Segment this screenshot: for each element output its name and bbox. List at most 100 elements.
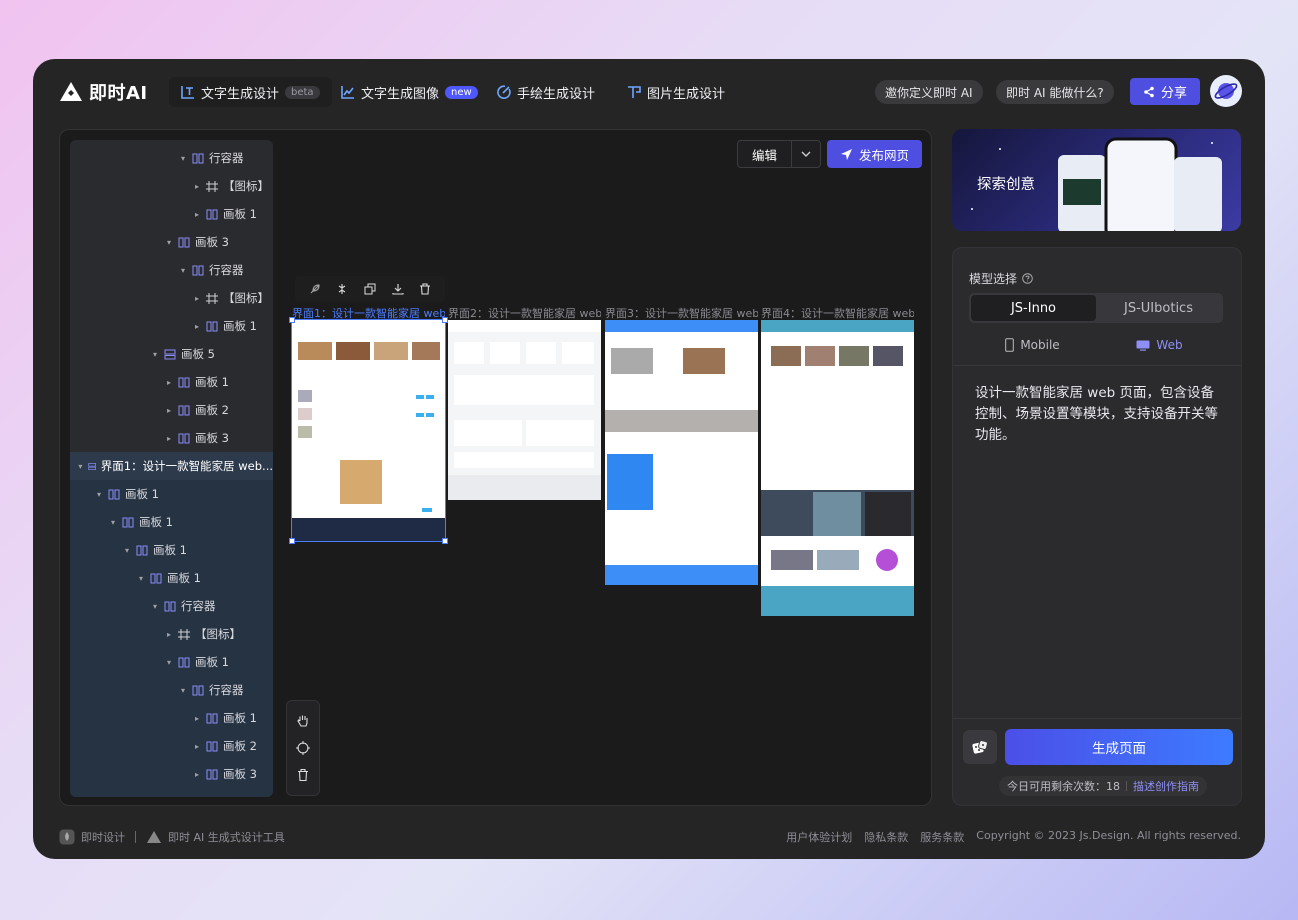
layer-row[interactable]: ▸ 画板 2 [70, 732, 273, 760]
feather-icon[interactable] [309, 283, 321, 295]
frame-label-2[interactable]: 界面2：设计一款智能家居 web… [448, 305, 601, 321]
tab-text-to-design[interactable]: 文字生成设计 beta [169, 77, 332, 107]
model-option-js-inno[interactable]: JS-Inno [971, 295, 1096, 321]
resize-handle[interactable] [289, 538, 295, 544]
trash-icon[interactable] [419, 283, 431, 295]
layer-row[interactable]: ▸ 画板 2 [70, 396, 273, 424]
footer-link-privacy[interactable]: 隐私条款 [864, 829, 908, 845]
caret-down-icon[interactable]: ▾ [149, 602, 161, 611]
layer-row[interactable]: ▾ 画板 1 [70, 648, 273, 676]
device-web[interactable]: Web [1096, 334, 1223, 356]
footer-brand-jsai[interactable]: 即时 AI 生成式设计工具 [168, 829, 285, 845]
layer-row[interactable]: ▸ 画板 1 [70, 200, 273, 228]
frame-2[interactable] [448, 320, 601, 500]
layer-row[interactable]: ▾ 画板 5 [70, 340, 273, 368]
explore-banner[interactable]: 探索创意 [952, 129, 1241, 231]
layer-row[interactable]: ▾ 行容器 [70, 256, 273, 284]
layer-row[interactable]: ▾ 行容器 [70, 144, 273, 172]
layer-row[interactable]: ▸ 画板 1 [70, 312, 273, 340]
caret-right-icon[interactable]: ▸ [191, 322, 203, 331]
device-mobile[interactable]: Mobile [969, 334, 1096, 356]
generate-page-button[interactable]: 生成页面 [1005, 729, 1233, 765]
define-ai-pill[interactable]: 邀你定义即时 AI [875, 80, 983, 104]
caret-down-icon[interactable]: ▾ [177, 154, 189, 163]
footer-brand-jsdesign[interactable]: 即时设计 [81, 829, 125, 845]
frame-1[interactable] [291, 319, 446, 542]
caret-down-icon[interactable]: ▾ [163, 658, 175, 667]
model-option-js-uibotics[interactable]: JS-UIbotics [1096, 295, 1221, 321]
caret-down-icon[interactable]: ▾ [135, 574, 147, 583]
caret-down-icon[interactable]: ▾ [149, 350, 161, 359]
target-icon[interactable] [296, 740, 310, 755]
frame-4[interactable] [761, 320, 914, 616]
layer-row[interactable]: ▸ 【图标】 [70, 284, 273, 312]
layer-row[interactable]: ▾ 行容器 [70, 592, 273, 620]
column-icon [122, 517, 134, 527]
random-prompt-button[interactable] [963, 730, 997, 764]
layer-row[interactable]: ▾ 画板 3 [70, 228, 273, 256]
publish-button[interactable]: 发布网页 [827, 140, 922, 168]
help-icon[interactable] [1022, 273, 1033, 284]
caret-down-icon[interactable]: ▾ [121, 546, 133, 555]
download-icon[interactable] [392, 283, 404, 295]
trash-icon[interactable] [296, 768, 310, 782]
caret-right-icon[interactable]: ▸ [191, 182, 203, 191]
layer-row[interactable]: ▾ 画板 1 [70, 536, 273, 564]
app-window: 即时AI 文字生成设计 beta 文字生成图像 new 手绘生成设计 图片生成设… [33, 59, 1265, 859]
layer-row[interactable]: ▾ 界面1：设计一款智能家居 web... [70, 452, 273, 480]
caret-right-icon[interactable]: ▸ [163, 630, 175, 639]
layer-row[interactable]: ▸ 画板 1 [70, 704, 273, 732]
layer-row[interactable]: ▾ 画板 1 [70, 508, 273, 536]
caret-down-icon[interactable]: ▾ [76, 462, 84, 471]
layer-row[interactable]: ▸ 画板 3 [70, 424, 273, 452]
caret-right-icon[interactable]: ▸ [191, 294, 203, 303]
frame-3[interactable] [605, 320, 758, 585]
layer-row[interactable]: ▸ 画板 3 [70, 760, 273, 788]
sketch-icon [497, 85, 511, 99]
frame-label-4[interactable]: 界面4：设计一款智能家居 web… [761, 305, 914, 321]
layer-label: 画板 3 [195, 235, 229, 249]
tab-image-to-design[interactable]: 图片生成设计 [615, 77, 737, 107]
layer-row[interactable]: ▾ 画板 1 [70, 480, 273, 508]
footer-link-ux-plan[interactable]: 用户体验计划 [786, 829, 852, 845]
separator [1126, 781, 1127, 791]
caret-down-icon[interactable]: ▾ [177, 266, 189, 275]
tab-sketch-to-design[interactable]: 手绘生成设计 [485, 77, 607, 107]
share-button[interactable]: 分享 [1130, 78, 1200, 105]
footer-link-terms[interactable]: 服务条款 [920, 829, 964, 845]
caret-right-icon[interactable]: ▸ [191, 210, 203, 219]
tab-text-to-image[interactable]: 文字生成图像 new [329, 77, 490, 107]
caret-down-icon[interactable]: ▾ [177, 686, 189, 695]
compress-icon[interactable] [336, 283, 348, 295]
frame-label-1[interactable]: 界面1：设计一款智能家居 web… [292, 305, 445, 321]
layer-row[interactable]: ▸ 【图标】 [70, 620, 273, 648]
frame-4-thumbnail [761, 320, 914, 616]
logo-text: 即时AI [89, 83, 148, 104]
monitor-icon [1136, 340, 1150, 351]
layer-row[interactable]: ▾ 画板 1 [70, 564, 273, 592]
caret-down-icon[interactable]: ▾ [93, 490, 105, 499]
avatar[interactable] [1210, 75, 1242, 107]
hand-icon[interactable] [296, 714, 310, 728]
layer-row[interactable]: ▾ 行容器 [70, 676, 273, 704]
logo[interactable]: 即时AI [59, 79, 148, 105]
prompt-textarea[interactable]: 设计一款智能家居 web 页面，包含设备控制、场景设置等模块，支持设备开关等功能… [975, 383, 1225, 446]
edit-dropdown[interactable]: 编辑 [737, 140, 821, 168]
resize-handle[interactable] [442, 538, 448, 544]
guide-link[interactable]: 描述创作指南 [1133, 778, 1199, 794]
caret-down-icon[interactable]: ▾ [163, 238, 175, 247]
caret-right-icon[interactable]: ▸ [163, 378, 175, 387]
caret-right-icon[interactable]: ▸ [163, 406, 175, 415]
frame-label-3[interactable]: 界面3：设计一款智能家居 web… [605, 305, 758, 321]
caret-right-icon[interactable]: ▸ [191, 714, 203, 723]
layer-row[interactable]: ▸ 画板 1 [70, 368, 273, 396]
chevron-down-icon[interactable] [792, 141, 820, 167]
caret-right-icon[interactable]: ▸ [163, 434, 175, 443]
layer-row[interactable]: ▸ 【图标】 [70, 172, 273, 200]
duplicate-icon[interactable] [364, 283, 376, 295]
resize-handle[interactable] [289, 317, 295, 323]
caret-down-icon[interactable]: ▾ [107, 518, 119, 527]
caret-right-icon[interactable]: ▸ [191, 770, 203, 779]
what-ai-can-do-pill[interactable]: 即时 AI 能做什么? [996, 80, 1114, 104]
caret-right-icon[interactable]: ▸ [191, 742, 203, 751]
